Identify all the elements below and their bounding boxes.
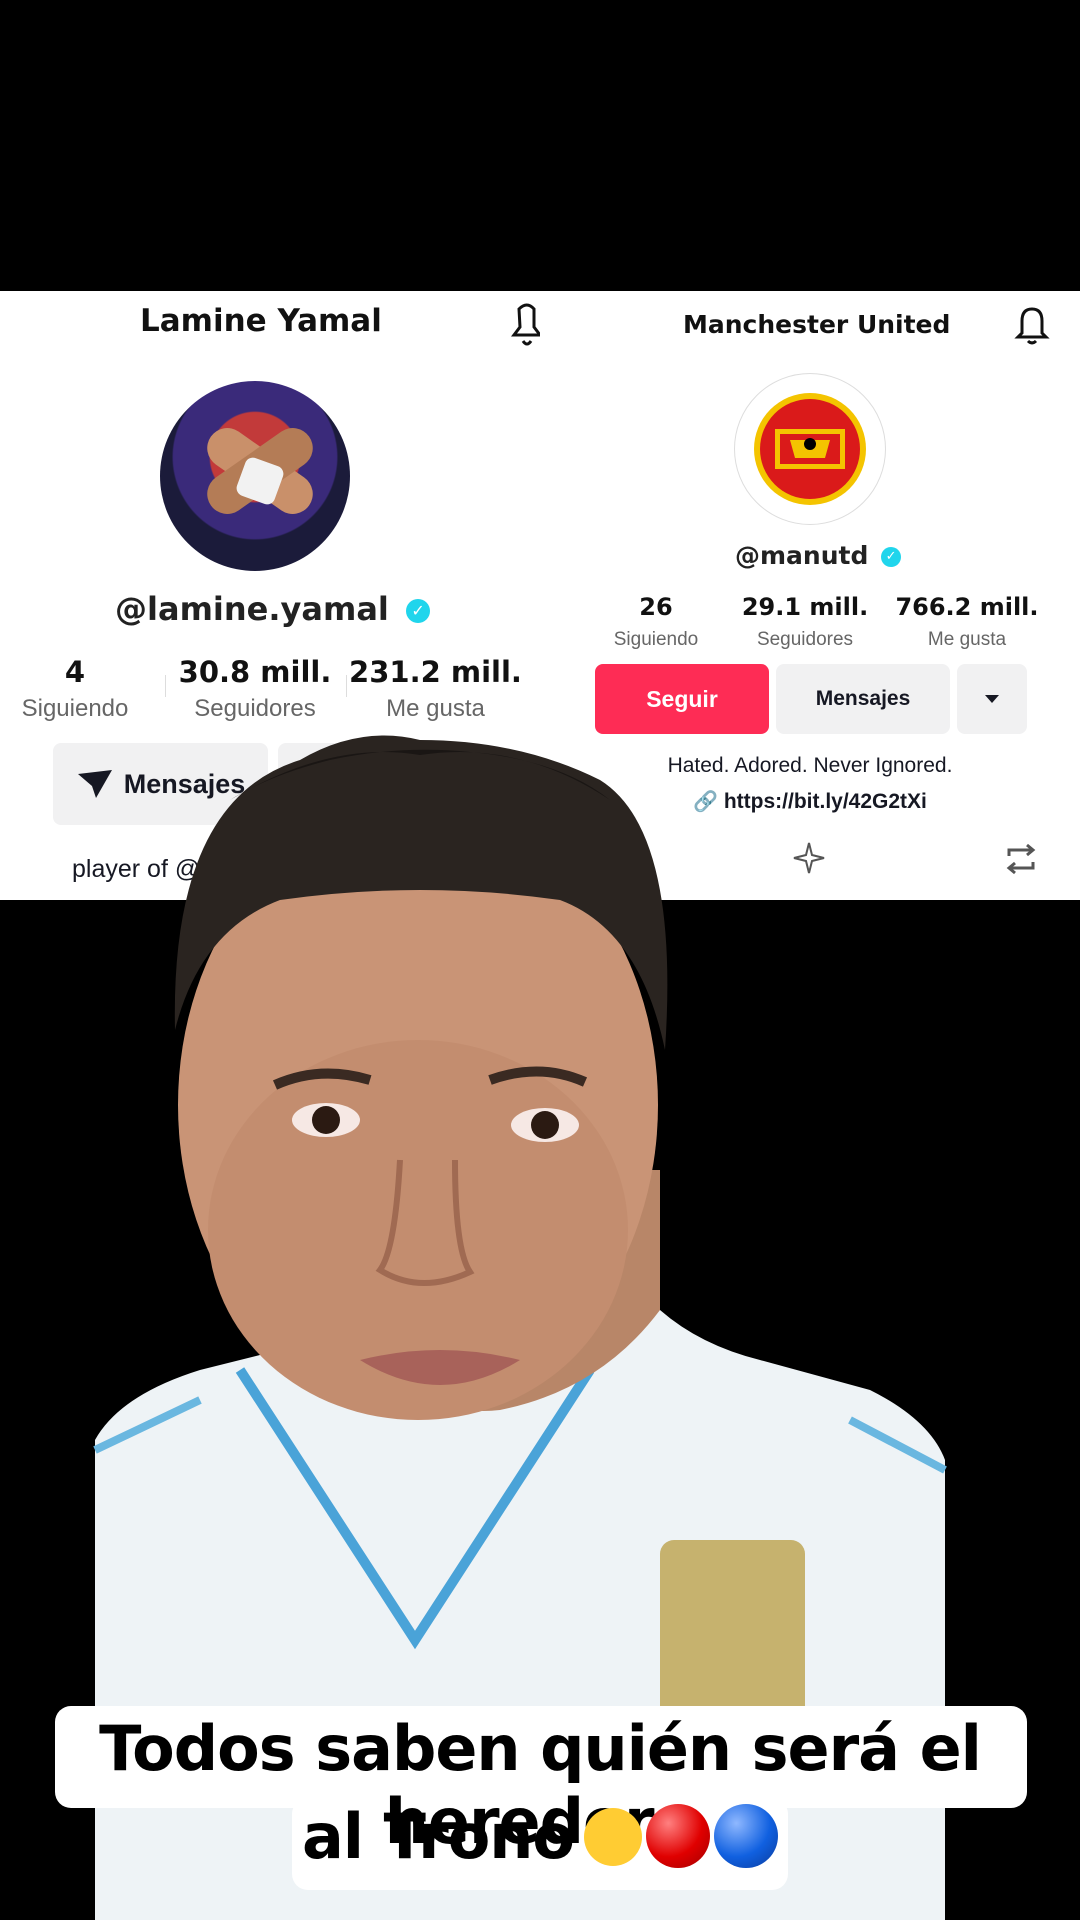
add-friend-button[interactable] [278,743,360,825]
chevron-down-icon [985,695,999,703]
manutd-crest-logo [754,393,866,505]
saluting-face-icon [584,1808,643,1866]
messages-button[interactable]: Mensajes [776,664,950,734]
notification-bell-icon[interactable] [510,301,540,349]
verified-icon: ✓ [406,599,431,623]
stat-divider [346,675,347,697]
profile-link[interactable]: 🔗 https://bit.ly/42G2tXi [540,789,1080,814]
link-icon: 🔗 [693,791,719,813]
lamine-profile-panel: Lamine Yamal @lamine.yamal ✓ 4 Siguiendo… [0,291,540,900]
caption-line2: al Trono [0,1800,1080,1873]
profile-header-title: Lamine Yamal [140,303,382,339]
send-icon [77,770,112,798]
stat-likes[interactable]: 766.2 mill. Me gusta [882,593,1052,651]
messages-button[interactable]: Mensajes [53,743,268,825]
profile-header-title: Manchester United [683,310,951,339]
stat-following[interactable]: 26 Siguiendo [606,593,706,651]
dropdown-button[interactable] [957,664,1027,734]
stat-followers[interactable]: 30.8 mill. Seguidores [170,655,340,723]
more-options-button[interactable] [372,743,454,825]
notification-bell-icon[interactable] [1014,305,1050,347]
profile-handle: @manutd ✓ [735,541,902,570]
add-user-icon [304,770,328,799]
top-black-bar [0,0,1080,291]
stat-following[interactable]: 4 Siguiendo [10,655,140,723]
profile-avatar[interactable] [160,381,350,571]
blue-circle-icon [714,1804,779,1868]
profile-bio: Hated. Adored. Never Ignored. [667,754,953,777]
follow-button[interactable]: Seguir [595,664,769,734]
sparkle-icon[interactable] [792,841,826,875]
profile-handle: @lamine.yamal ✓ [115,590,431,628]
manutd-profile-panel: Manchester United @manutd ✓ 26 Siguiendo… [540,291,1080,900]
stat-divider [165,675,166,697]
repost-icon[interactable] [1003,842,1039,876]
red-circle-icon [646,1804,711,1868]
stat-followers[interactable]: 29.1 mill. Seguidores [720,593,890,651]
club-crest-avatar[interactable] [734,373,886,525]
verified-icon: ✓ [881,547,902,567]
profile-bio: player of @fcb [72,855,234,883]
stat-likes[interactable]: 231.2 mill. Me gusta [348,655,523,723]
